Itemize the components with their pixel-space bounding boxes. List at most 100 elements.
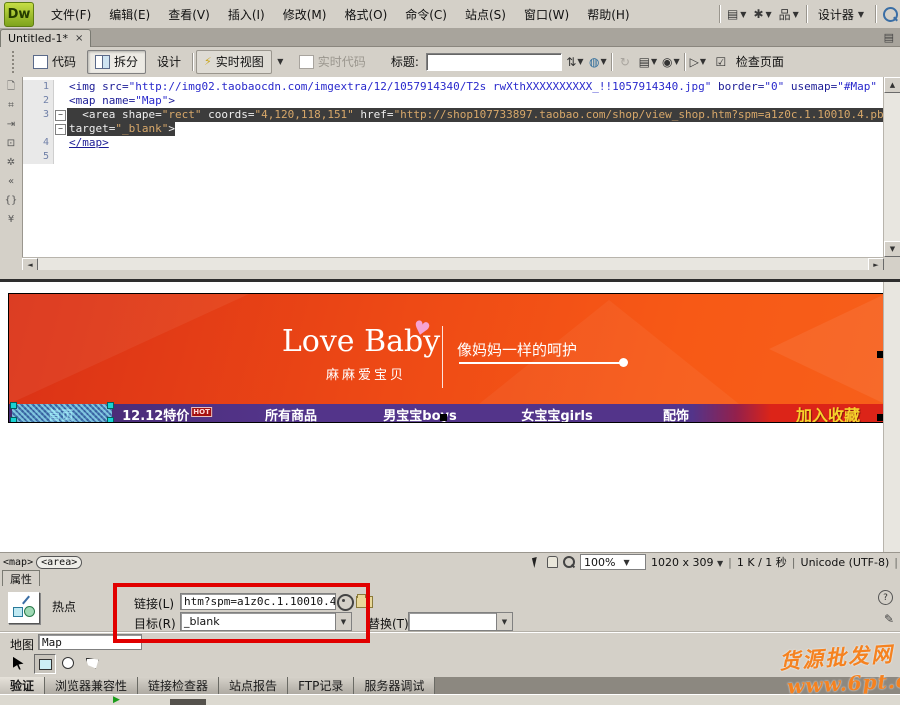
view-splitter[interactable] [0,270,900,282]
help-icon[interactable]: ? [878,590,893,605]
hotspot-handle[interactable] [107,417,114,423]
scroll-down-icon[interactable]: ▼ [884,241,900,257]
menu-item[interactable]: 窗口(W) [515,3,578,26]
live-code-icon [299,55,314,69]
show-code-navigator-icon[interactable]: ⌗ [8,101,14,111]
run-validation-icon[interactable]: ▶ [113,695,120,705]
code-vertical-scrollbar[interactable]: ▲ ▼ [883,77,900,257]
banner-image[interactable]: Love Baby ♥ 麻麻爱宝贝 像妈妈一样的呵护 首页12.12特价HOT所… [8,293,886,423]
rectangle-hotspot-tool[interactable] [34,654,56,674]
search-icon[interactable] [883,7,898,22]
collapse-toggle-icon[interactable]: − [55,110,66,121]
hotspot-handle[interactable] [10,417,17,423]
menu-item[interactable]: 插入(I) [219,3,274,26]
nav-item[interactable]: 配饰 [663,405,689,423]
results-tab[interactable]: 服务器调试 [354,677,435,694]
hotspot-handle[interactable] [107,402,114,409]
menu-item[interactable]: 修改(M) [274,3,336,26]
live-view-button[interactable]: ⚡实时视图 [196,50,272,74]
split-view-button[interactable]: 拆分 [87,50,146,74]
nav-item[interactable]: 所有商品 [265,405,317,423]
code-row[interactable]: −target="_blank"> [23,122,884,136]
menu-item[interactable]: 站点(S) [456,3,515,26]
line-number: 3 [23,108,54,122]
tag-map[interactable]: <map> [3,557,33,568]
banner-subtitle: 麻麻爱宝贝 [326,364,406,383]
window-size-select[interactable]: 1020 x 309 ▼ [651,556,723,569]
code-row[interactable]: 2<map name="Map"> [23,94,884,108]
tab-close-icon[interactable]: × [75,34,83,44]
visual-aids-icon[interactable]: ◉▼ [661,52,681,72]
view-options-icon[interactable]: ▤▼ [638,52,658,72]
tab-untitled-1[interactable]: Untitled-1* × [0,29,91,47]
balance-braces-icon[interactable]: {} [5,196,18,206]
design-view[interactable]: Love Baby ♥ 麻麻爱宝贝 像妈妈一样的呵护 首页12.12特价HOT所… [0,282,884,552]
pointer-tool[interactable] [8,654,28,672]
panel-menu-icon[interactable]: ▤ [884,31,894,44]
open-documents-icon[interactable]: 🗋 [7,82,15,92]
image-map-hotspot[interactable] [12,404,112,422]
banner-nav: 首页12.12特价HOT所有商品男宝宝boys女宝宝girls配饰加入收藏 [9,404,885,422]
extensions-gear-icon[interactable]: ✱▼ [753,7,771,21]
collapse-toggle-icon[interactable]: − [55,124,66,135]
menu-item[interactable]: 查看(V) [159,3,219,26]
polygon-hotspot-tool[interactable] [82,654,102,672]
code-view-button[interactable]: 代码 [25,50,84,74]
alt-select[interactable]: ▼ [408,612,513,631]
live-view-dropdown[interactable]: ▼ [273,50,288,74]
site-network-icon[interactable]: 品▼ [779,6,799,23]
status-bar: <map> <area> 100%▼ 1020 x 309 ▼ | 1 K / … [0,552,900,571]
tag-area-selected[interactable]: <area> [36,556,82,569]
code-row[interactable]: 5 [23,150,884,164]
nav-item[interactable]: 12.12特价HOT [122,405,212,423]
image-resize-handle[interactable] [440,414,447,421]
select-tool-icon[interactable] [532,556,543,568]
collapse-full-tag-icon[interactable]: ⇥ [7,120,15,130]
chevron-down-icon[interactable]: ▼ [496,613,512,630]
properties-tab[interactable]: 属性 [2,570,40,586]
nav-item[interactable]: 加入收藏 [796,402,860,423]
menu-item[interactable]: 文件(F) [42,3,100,26]
zoom-level-select[interactable]: 100%▼ [580,554,646,570]
collapse-selection-icon[interactable]: ⊡ [7,139,15,149]
browser-check-icon[interactable]: ☑ [711,52,731,72]
scroll-up-icon[interactable]: ▲ [884,77,900,93]
more-tools-icon[interactable]: ¥ [8,215,14,225]
title-input[interactable] [426,53,562,71]
results-tab[interactable]: FTP记录 [288,677,354,694]
menu-item[interactable]: 编辑(E) [100,3,159,26]
results-tab[interactable]: 浏览器兼容性 [45,677,138,694]
workspace-switcher[interactable]: 设计器▼ [814,4,868,25]
results-toolbar-strip: ▶ [0,694,900,705]
results-tab[interactable]: 链接检查器 [138,677,219,694]
layout-switcher-icon[interactable]: ▤▼ [727,7,747,21]
results-tab[interactable]: 验证 [0,677,45,694]
design-view-button[interactable]: 设计 [149,50,189,74]
design-vertical-scrollbar[interactable] [883,282,900,552]
hotspot-type-label: 热点 [52,598,76,615]
zoom-tool-icon[interactable] [563,556,575,568]
nav-item[interactable]: 女宝宝girls [521,405,592,423]
code-row[interactable]: 3− <area shape="rect" coords="4,120,118,… [23,108,884,122]
quick-tag-edit-icon[interactable]: ✎ [884,612,894,626]
oval-hotspot-tool[interactable] [58,654,78,672]
validate-markup-icon[interactable]: ▷▼ [688,52,708,72]
code-horizontal-scrollbar[interactable]: ◄ ► [22,257,884,271]
preview-globe-icon[interactable]: ◍▼ [588,52,608,72]
hand-tool-icon[interactable] [547,556,558,568]
code-row[interactable]: 4</map> [23,136,884,150]
document-toolbar: 代码 拆分 设计 ⚡实时视图 ▼ 实时代码 标题: ⇅▼ ◍▼ ↻ ▤▼ ◉▼ … [0,46,900,78]
gutter [54,80,67,94]
menu-item[interactable]: 格式(O) [335,3,396,26]
hotspot-handle[interactable] [10,402,17,409]
code-view[interactable]: 🗋 ⌗ ⇥ ⊡ ✲ « {} ¥ 1<img src="http://img02… [0,77,900,257]
select-parent-tag-icon[interactable]: « [8,177,14,187]
menu-item[interactable]: 帮助(H) [578,3,638,26]
check-page-label[interactable]: 检查页面 [736,53,784,70]
menu-item[interactable]: 命令(C) [396,3,456,26]
file-management-icon[interactable]: ⇅▼ [565,52,585,72]
polygon-icon [86,658,99,669]
expand-all-icon[interactable]: ✲ [7,158,15,168]
results-tab[interactable]: 站点报告 [219,677,288,694]
code-row[interactable]: 1<img src="http://img02.taobaocdn.com/im… [23,80,884,94]
